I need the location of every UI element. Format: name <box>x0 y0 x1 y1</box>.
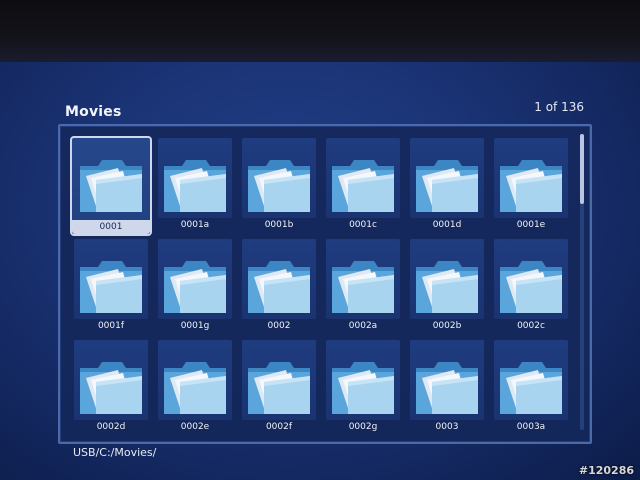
folder-label: 0002d <box>96 422 126 432</box>
folder-tile[interactable]: 0002f <box>240 340 318 434</box>
folder-label: 0002e <box>180 422 210 432</box>
page-counter: 1 of 136 <box>534 100 584 114</box>
scrollbar-thumb[interactable] <box>580 134 584 204</box>
folder-tile[interactable]: 0001c <box>324 138 402 232</box>
folder-label: 0001d <box>432 220 462 230</box>
folder-tile[interactable]: 0003 <box>408 340 486 434</box>
page-title: Movies <box>65 104 122 120</box>
folder-label: 0001b <box>264 220 294 230</box>
folder-label: 0002c <box>517 321 545 331</box>
folder-tile[interactable]: 0002d <box>72 340 150 434</box>
folder-tile[interactable]: 0001f <box>72 239 150 333</box>
folder-label: 0001a <box>180 220 210 230</box>
folder-tile[interactable]: 0002a <box>324 239 402 333</box>
file-browser-panel: 0001 0001a 0001b 0001c 0001d 0001e 0001f… <box>58 124 592 444</box>
folder-tile[interactable]: 0001e <box>492 138 570 232</box>
folder-tile[interactable]: 0002b <box>408 239 486 333</box>
folder-label: 0001e <box>516 220 546 230</box>
folder-label: 0002f <box>265 422 293 432</box>
folder-label: 0001g <box>180 321 210 331</box>
folder-label: 0002a <box>348 321 378 331</box>
scrollbar[interactable] <box>580 134 584 430</box>
folder-tile[interactable]: 0001g <box>156 239 234 333</box>
folder-tile[interactable]: 0002c <box>492 239 570 333</box>
folder-label: 0003 <box>435 422 459 432</box>
folder-label: 0001c <box>349 220 377 230</box>
tv-bezel-top <box>0 0 640 66</box>
folder-tile[interactable]: 0001d <box>408 138 486 232</box>
folder-label: 0002g <box>348 422 378 432</box>
watermark: #120286 <box>578 464 634 477</box>
folder-label: 0002b <box>432 321 462 331</box>
folder-tile[interactable]: 0002e <box>156 340 234 434</box>
folder-tile[interactable]: 0001a <box>156 138 234 232</box>
folder-tile[interactable]: 0001b <box>240 138 318 232</box>
folder-tile[interactable]: 0002 <box>240 239 318 333</box>
folder-label: 0001 <box>99 222 123 232</box>
folder-label: 0001f <box>97 321 125 331</box>
folder-label: 0002 <box>267 321 291 331</box>
folder-tile[interactable]: 0001 <box>70 136 152 236</box>
folder-tile[interactable]: 0003a <box>492 340 570 434</box>
folder-label: 0003a <box>516 422 546 432</box>
folder-tile[interactable]: 0002g <box>324 340 402 434</box>
current-path: USB/C:/Movies/ <box>73 446 157 459</box>
